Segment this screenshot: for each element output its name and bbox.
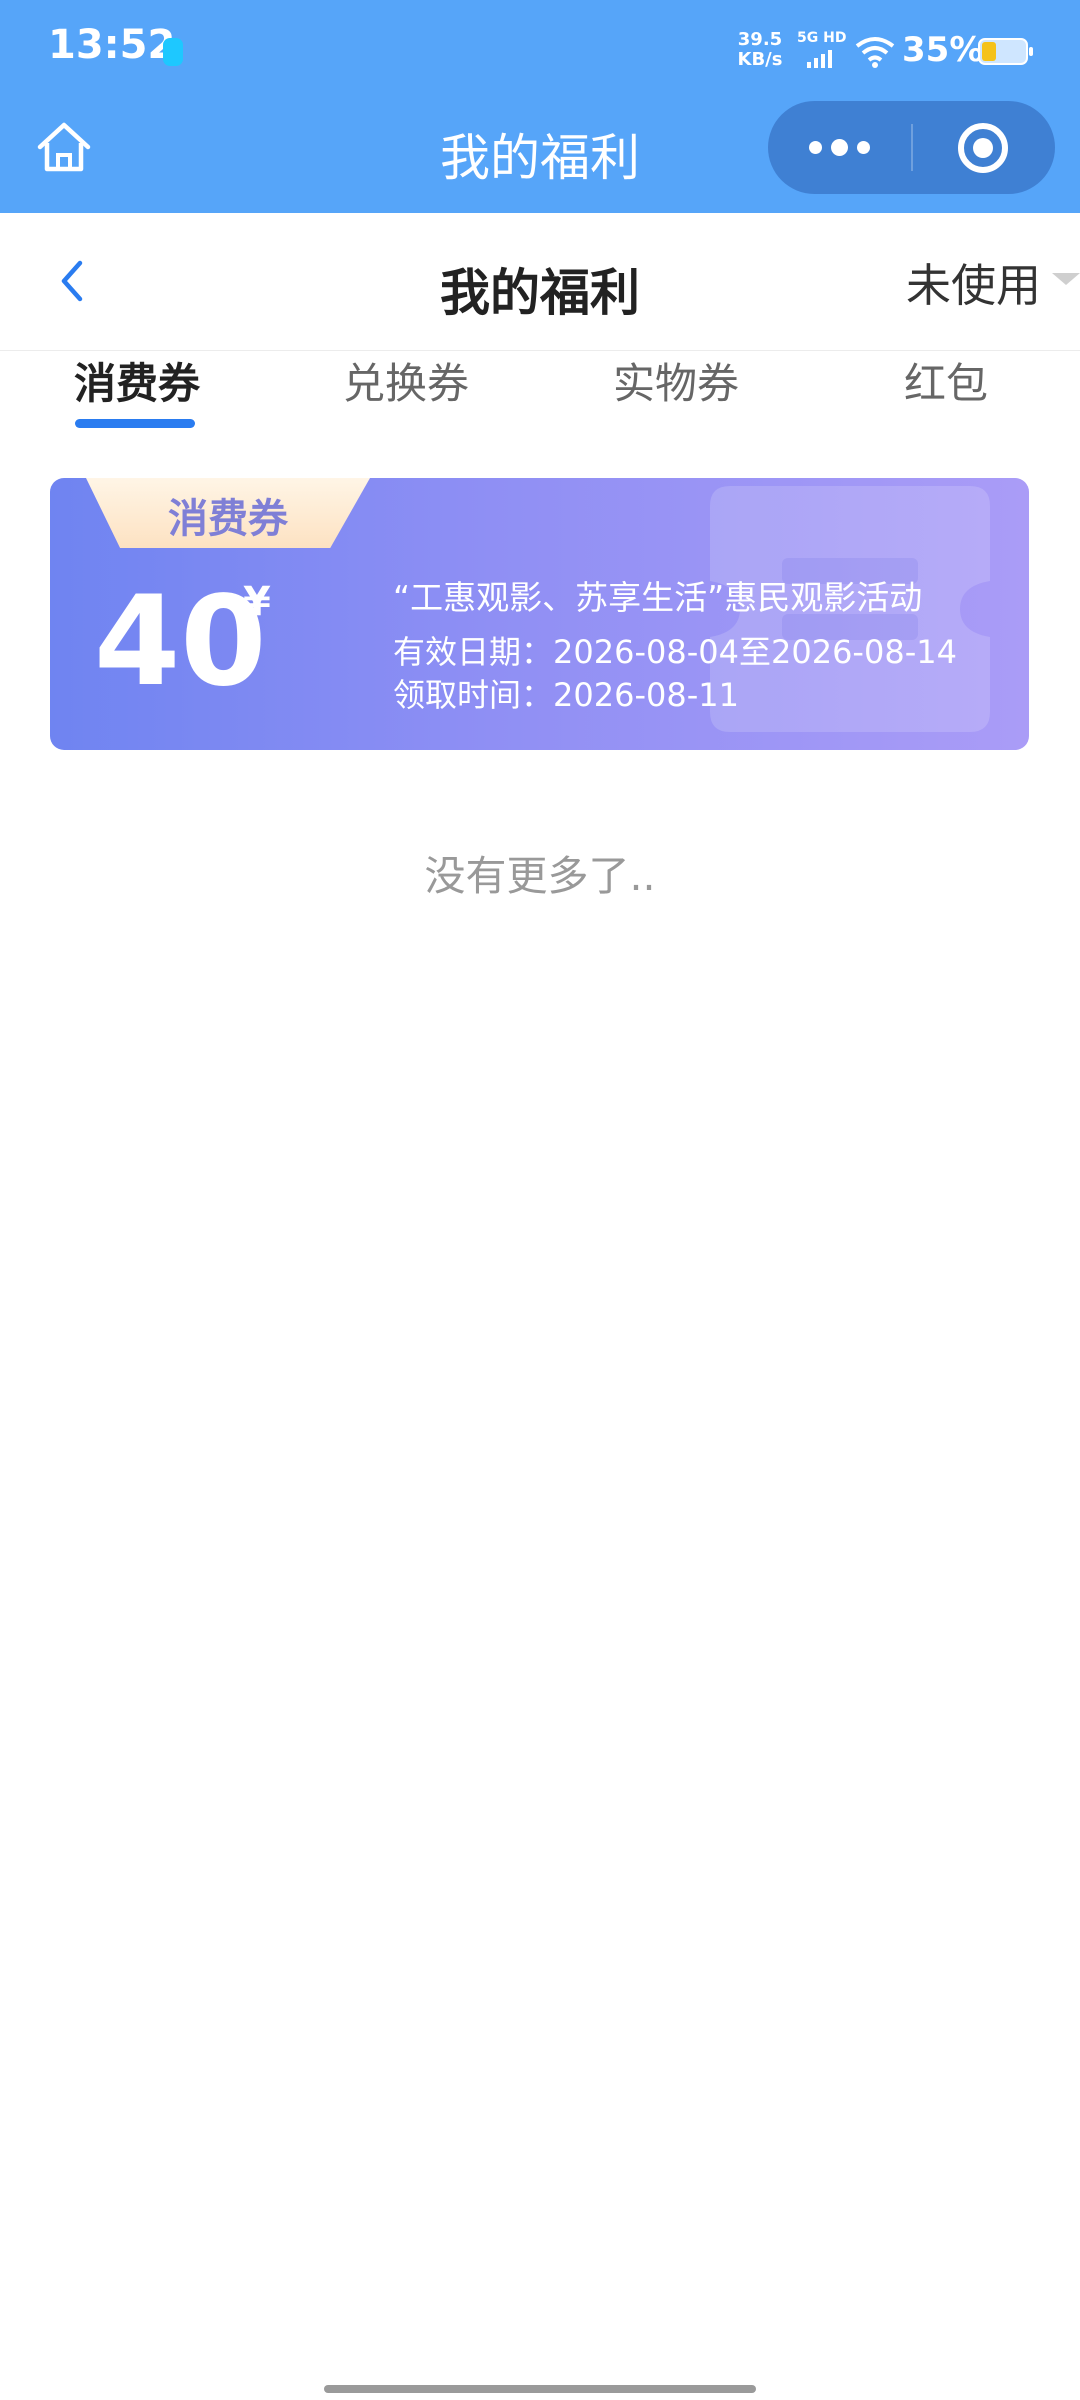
- tab-exchange-coupon[interactable]: 兑换券: [343, 350, 469, 411]
- miniprogram-capsule: [768, 101, 1055, 194]
- net-speed: 39.5 KB/s: [733, 30, 787, 70]
- coupon-currency: ¥: [243, 579, 271, 625]
- top-header-area: 13:52 39.5 KB/s 5G HD 35% 我的福利: [0, 0, 1080, 213]
- coupon-validity-label: 有效日期：: [393, 633, 554, 671]
- wifi-icon: [855, 37, 895, 68]
- coupon-validity: 有效日期：2026-08-04至2026-08-14: [393, 627, 957, 673]
- tab-physical-coupon[interactable]: 实物券: [613, 350, 739, 411]
- more-dots-icon[interactable]: [768, 101, 911, 194]
- home-indicator-bar[interactable]: [324, 2385, 756, 2393]
- tab-consumption-coupon[interactable]: 消费券: [74, 350, 200, 411]
- coupon-received: 领取时间：2026-08-11: [393, 670, 739, 716]
- coupon-type-tabs: 消费券 兑换券 实物券 红包: [0, 350, 1080, 440]
- coupon-amount: 40: [94, 570, 267, 714]
- battery-icon: [978, 38, 1033, 65]
- signal-icon: 5G HD: [797, 30, 846, 70]
- target-close-icon[interactable]: [958, 123, 1008, 173]
- capsule-divider: [911, 124, 913, 171]
- coupon-name: “工惠观影、苏享生活”惠民观影活动: [393, 578, 923, 617]
- caret-down-icon[interactable]: [1052, 273, 1080, 285]
- net-speed-value: 39.5: [737, 29, 783, 50]
- status-time: 13:52: [48, 22, 176, 68]
- coupon-received-value: 2026-08-11: [553, 676, 739, 714]
- battery-percent: 35%: [902, 30, 984, 70]
- active-tab-indicator: [75, 419, 195, 428]
- status-filter-dropdown[interactable]: 未使用: [906, 249, 1041, 314]
- net-speed-unit: KB/s: [737, 49, 783, 70]
- coupon-card[interactable]: 消费券 40 ¥ “工惠观影、苏享生活”惠民观影活动 有效日期：2026-08-…: [50, 478, 1029, 750]
- coupon-received-label: 领取时间：: [393, 676, 554, 714]
- list-end-text: 没有更多了..: [424, 852, 656, 900]
- notification-dot-icon: [163, 38, 183, 66]
- tab-red-packet[interactable]: 红包: [904, 350, 988, 411]
- coupon-badge-label: 消费券: [168, 496, 288, 542]
- page-navbar: 我的福利 未使用: [0, 213, 1080, 351]
- coupon-validity-value: 2026-08-04至2026-08-14: [553, 633, 957, 671]
